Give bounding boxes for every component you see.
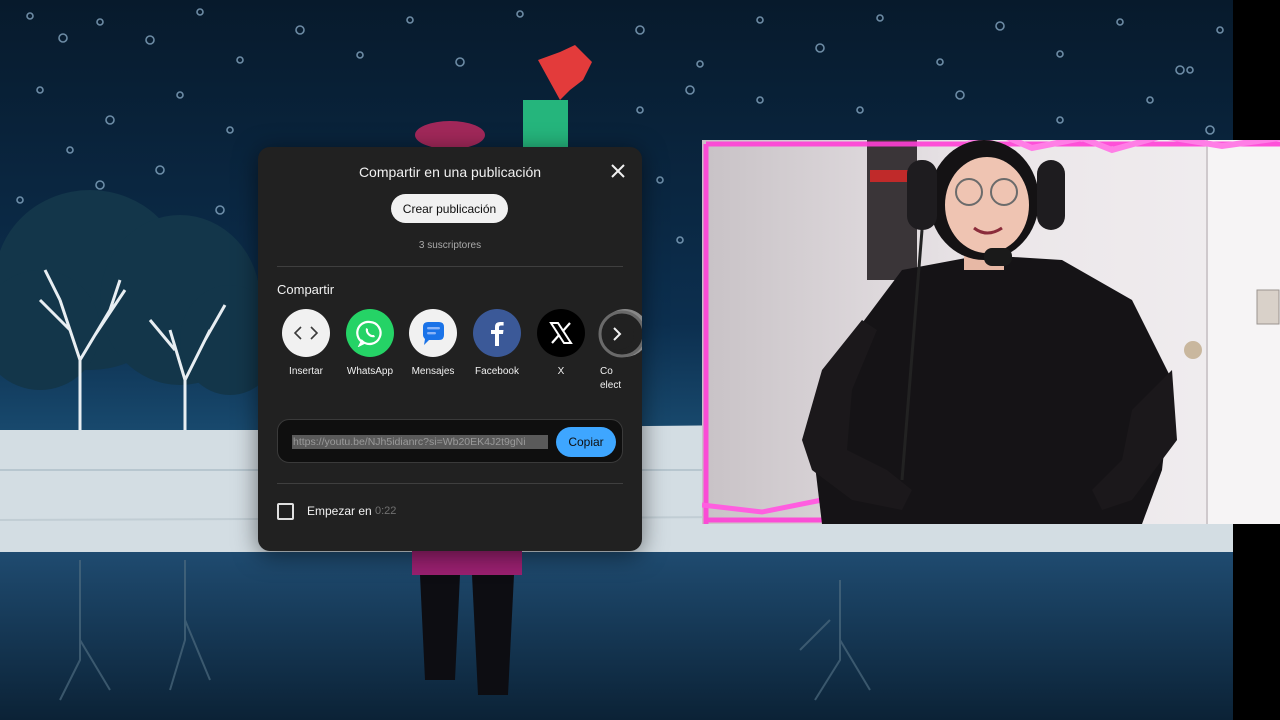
start-at-label: Empezar en xyxy=(307,504,372,518)
share-dialog: Compartir en una publicación Crear publi… xyxy=(258,147,642,551)
share-facebook-button[interactable]: Facebook xyxy=(465,309,529,389)
share-option-label: X xyxy=(557,366,565,377)
share-option-label: Co elect xyxy=(600,366,622,389)
close-icon xyxy=(611,164,625,178)
chevron-right-icon xyxy=(598,310,642,358)
share-x-button[interactable]: X xyxy=(529,309,593,389)
share-messages-button[interactable]: Mensajes xyxy=(401,309,465,389)
start-at-time: 0:22 xyxy=(375,505,397,517)
share-option-label: Insertar xyxy=(289,366,323,377)
share-whatsapp-button[interactable]: WhatsApp xyxy=(338,309,402,389)
create-post-button[interactable]: Crear publicación xyxy=(391,194,508,223)
subscriber-count: 3 suscriptores xyxy=(418,240,482,251)
share-url-box: Copiar xyxy=(277,419,623,463)
messages-icon xyxy=(409,309,457,357)
scroll-right-button[interactable] xyxy=(598,310,642,358)
start-at-checkbox[interactable] xyxy=(277,503,294,520)
share-option-label: WhatsApp xyxy=(346,366,394,377)
share-heading: Compartir xyxy=(277,282,335,297)
divider xyxy=(277,266,623,267)
embed-icon xyxy=(282,309,330,357)
streamer-camera xyxy=(702,140,1280,524)
share-embed-button[interactable]: Insertar xyxy=(274,309,338,389)
divider xyxy=(277,483,623,484)
whatsapp-icon xyxy=(346,309,394,357)
share-url-input[interactable] xyxy=(292,435,548,449)
x-icon xyxy=(537,309,585,357)
copy-button[interactable]: Copiar xyxy=(556,427,616,457)
share-option-label: Mensajes xyxy=(411,366,455,377)
facebook-icon xyxy=(473,309,521,357)
dialog-title: Compartir en una publicación xyxy=(358,164,542,180)
share-option-label: Facebook xyxy=(475,366,519,377)
close-button[interactable] xyxy=(608,161,628,181)
webcam-overlay xyxy=(702,140,1280,524)
